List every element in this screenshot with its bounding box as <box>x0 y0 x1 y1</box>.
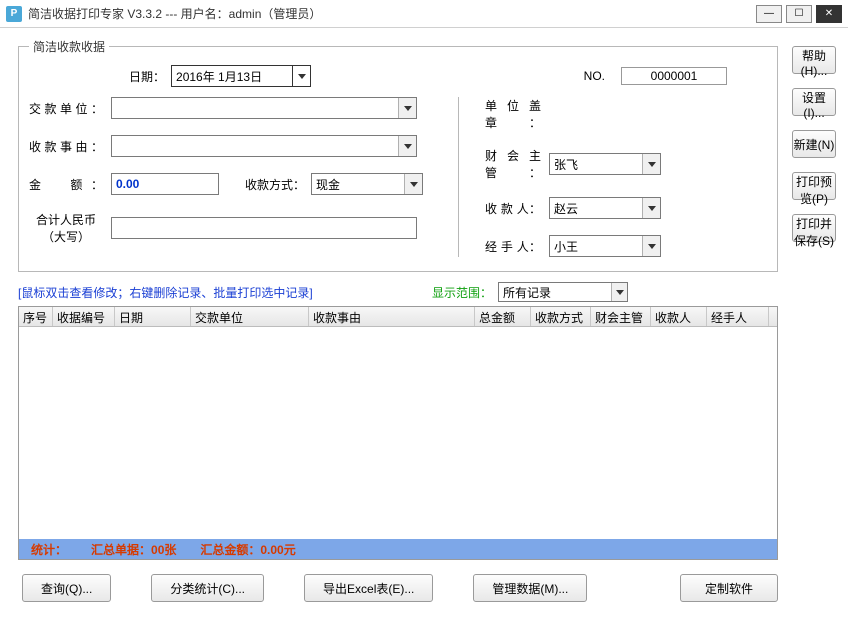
grid-footer: 统计： 汇总单据：00张 汇总金额：0.00元 <box>19 539 777 559</box>
payer-combo[interactable] <box>111 97 417 119</box>
app-icon: P <box>6 6 22 22</box>
chevron-down-icon[interactable] <box>642 236 660 256</box>
titlebar: P 简洁收据打印专家 V3.3.2 --- 用户名：admin（管理员） — ☐… <box>0 0 848 28</box>
stats-button[interactable]: 分类统计(C)... <box>151 574 264 602</box>
handler-label: 经 手 人： <box>485 238 541 255</box>
mgr-combo[interactable]: 张飞 <box>549 153 661 175</box>
settings-button[interactable]: 设置(I)... <box>792 88 836 116</box>
col-payer[interactable]: 交款单位 <box>191 307 309 326</box>
summary-label: 统计： <box>31 541 67 558</box>
amount-input[interactable]: 0.00 <box>111 173 219 195</box>
manage-button[interactable]: 管理数据(M)... <box>473 574 587 602</box>
recv-label: 收 款 人： <box>485 200 541 217</box>
caps-amount <box>111 217 417 239</box>
seal-label: 单位盖章： <box>485 97 541 131</box>
col-total[interactable]: 总金额 <box>475 307 531 326</box>
reason-combo[interactable] <box>111 135 417 157</box>
date-value: 2016年 1月13日 <box>176 68 262 85</box>
minimize-button[interactable]: — <box>756 5 782 23</box>
export-button[interactable]: 导出Excel表(E)... <box>304 574 433 602</box>
chevron-down-icon[interactable] <box>642 198 660 218</box>
close-button[interactable]: ✕ <box>816 5 842 23</box>
method-combo[interactable]: 现金 <box>311 173 423 195</box>
receipt-no: 0000001 <box>621 67 727 85</box>
query-button[interactable]: 查询(Q)... <box>22 574 111 602</box>
amount-label: 金 额： <box>29 176 103 193</box>
col-reason[interactable]: 收款事由 <box>309 307 475 326</box>
grid-header: 序号 收据编号 日期 交款单位 收款事由 总金额 收款方式 财会主管 收款人 经… <box>19 307 777 327</box>
recv-combo[interactable]: 赵云 <box>549 197 661 219</box>
hint-text: [鼠标双击查看修改；右键删除记录、批量打印选中记录] <box>18 284 313 301</box>
custom-button[interactable]: 定制软件 <box>680 574 778 602</box>
help-button[interactable]: 帮助(H)... <box>792 46 836 74</box>
col-seq[interactable]: 序号 <box>19 307 53 326</box>
col-mgr[interactable]: 财会主管 <box>591 307 651 326</box>
col-handler[interactable]: 经手人 <box>707 307 769 326</box>
printsave-button[interactable]: 打印并保存(S) <box>792 214 836 242</box>
no-label: NO. <box>584 69 605 83</box>
date-label: 日期： <box>129 68 165 85</box>
groupbox-legend: 简洁收款收据 <box>29 38 109 55</box>
col-id[interactable]: 收据编号 <box>53 307 115 326</box>
col-recv[interactable]: 收款人 <box>651 307 707 326</box>
payer-label: 交款单位： <box>29 100 103 117</box>
window-title: 简洁收据打印专家 V3.3.2 --- 用户名：admin（管理员） <box>28 5 756 22</box>
col-spacer <box>769 307 777 326</box>
summary-count: 汇总单据：00张 <box>91 541 176 558</box>
chevron-down-icon[interactable] <box>292 66 310 86</box>
reason-label: 收款事由： <box>29 138 103 155</box>
chevron-down-icon[interactable] <box>398 98 416 118</box>
receipt-groupbox: 简洁收款收据 日期： 2016年 1月13日 NO. 0000001 交款单位： <box>18 38 778 272</box>
chevron-down-icon[interactable] <box>642 154 660 174</box>
window-buttons: — ☐ ✕ <box>756 5 842 23</box>
scope-combo[interactable]: 所有记录 <box>498 282 628 302</box>
handler-combo[interactable]: 小王 <box>549 235 661 257</box>
caps-label: 合计人民币 （大写） <box>29 211 103 245</box>
summary-amount: 汇总金额：0.00元 <box>200 541 295 558</box>
chevron-down-icon[interactable] <box>611 283 627 301</box>
records-grid: 序号 收据编号 日期 交款单位 收款事由 总金额 收款方式 财会主管 收款人 经… <box>18 306 778 560</box>
col-method[interactable]: 收款方式 <box>531 307 591 326</box>
maximize-button[interactable]: ☐ <box>786 5 812 23</box>
method-label: 收款方式： <box>245 176 305 193</box>
chevron-down-icon[interactable] <box>404 174 422 194</box>
col-date[interactable]: 日期 <box>115 307 191 326</box>
scope-label: 显示范围： <box>432 284 492 301</box>
chevron-down-icon[interactable] <box>398 136 416 156</box>
date-picker[interactable]: 2016年 1月13日 <box>171 65 311 87</box>
grid-body[interactable] <box>19 327 777 539</box>
mgr-label: 财会主管： <box>485 147 541 181</box>
new-button[interactable]: 新建(N) <box>792 130 836 158</box>
preview-button[interactable]: 打印预览(P) <box>792 172 836 200</box>
